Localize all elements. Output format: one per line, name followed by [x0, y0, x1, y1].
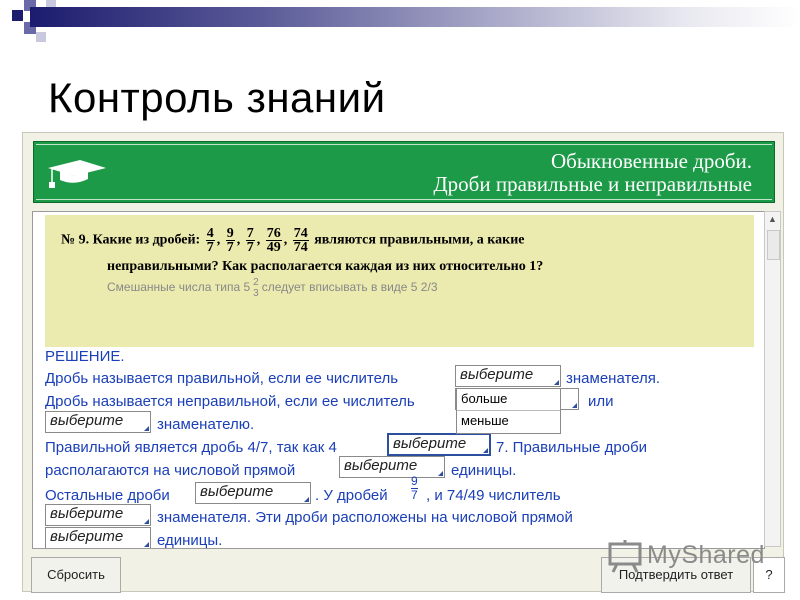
solution-line-6b: . У дробей	[315, 487, 388, 504]
question-box: № 9. Какие из дробей: 47, 97, 77, 76 49, …	[45, 215, 754, 347]
watermark-text: MyShared	[647, 541, 765, 569]
solution-fraction: 97	[411, 474, 418, 502]
question-prefix: № 9. Какие из дробей:	[61, 232, 201, 248]
fraction: 97	[225, 226, 235, 255]
banner-top-line	[36, 144, 772, 145]
scroll-up-icon[interactable]: ▲	[767, 214, 778, 225]
dropdown-arrow-icon	[483, 448, 488, 453]
reset-button[interactable]: Сбросить	[31, 557, 121, 593]
question-hint: Смешанные числа типа 5 2 3 следует вписыват…	[107, 277, 438, 299]
content-scrollbar[interactable]: ▲	[764, 211, 781, 547]
exercise-content: № 9. Какие из дробей: 47, 97, 77, 76 49, …	[32, 211, 765, 549]
answer-dropdown-3[interactable]: выберите	[45, 411, 151, 433]
lesson-banner: Обыкновенные дроби. Дроби правильные и н…	[33, 141, 775, 203]
deco-square	[36, 32, 46, 42]
solution-line-5: располагаются на числовой прямой	[45, 462, 296, 479]
presentation-board-icon	[608, 540, 642, 573]
dropdown-separator	[457, 410, 560, 411]
solution-line-1: Дробь называется правильной, если ее чис…	[45, 370, 399, 387]
dropdown-arrow-icon	[144, 519, 149, 524]
fraction: 76 49	[265, 226, 282, 255]
solution-line-3-end: знаменателю.	[157, 416, 255, 433]
graduation-cap-icon	[48, 160, 106, 188]
dropdown-arrow-icon	[438, 471, 443, 476]
solution-line-4b: 7. Правильные дроби	[496, 439, 648, 456]
answer-dropdown-8[interactable]: выберите	[45, 527, 151, 548]
question-suffix: являются правильными, а какие	[314, 232, 525, 248]
solution-line-6a: Остальные дроби	[45, 487, 170, 504]
deco-square	[12, 10, 23, 21]
slide-decoration	[0, 0, 800, 50]
solution-line-1-end: знаменателя.	[566, 370, 661, 387]
watermark: MyShared	[607, 538, 767, 574]
dropdown-arrow-icon	[304, 497, 309, 502]
question-line-2: неправильными? Как располагается каждая …	[107, 259, 544, 274]
dropdown-arrow-icon	[144, 426, 149, 431]
scroll-thumb[interactable]	[767, 230, 780, 260]
solution-line-8: единицы.	[157, 532, 223, 549]
answer-dropdown-6[interactable]: выберите	[195, 482, 311, 504]
quiz-app-window: Обыкновенные дроби. Дроби правильные и н…	[22, 132, 785, 593]
solution-line-6c: , и 74/49 числитель	[426, 487, 561, 504]
solution-line-2-end: или	[588, 393, 614, 410]
dropdown-options-list: больше меньше	[456, 388, 561, 434]
deco-gradient-bar	[30, 7, 800, 27]
hint-fraction: 23	[253, 277, 259, 299]
banner-subtitle: Дроби правильные и неправильные	[433, 172, 752, 196]
dropdown-option[interactable]: больше	[461, 391, 507, 406]
question-line-1: № 9. Какие из дробей: 47, 97, 77, 76 49, …	[61, 226, 525, 255]
answer-dropdown-7[interactable]: выберите	[45, 504, 151, 526]
solution-line-7: знаменателя. Эти дроби расположены на чи…	[157, 509, 573, 526]
dropdown-option[interactable]: меньше	[461, 413, 509, 428]
dropdown-arrow-icon	[572, 403, 577, 408]
banner-title: Обыкновенные дроби.	[550, 149, 752, 173]
answer-dropdown-1[interactable]: выберите	[455, 365, 561, 387]
fraction: 74 74	[292, 226, 309, 255]
fraction: 77	[245, 226, 255, 255]
solution-heading: РЕШЕНИЕ.	[45, 348, 125, 365]
solution-line-2: Дробь называется неправильной, если ее ч…	[45, 393, 415, 410]
banner-bottom-line	[36, 199, 772, 200]
dropdown-arrow-icon	[554, 380, 559, 385]
answer-dropdown-5[interactable]: выберите	[339, 456, 445, 478]
solution-line-5-end: единицы.	[451, 462, 517, 479]
fraction: 47	[205, 226, 215, 255]
slide-title: Контроль знаний	[48, 74, 386, 121]
solution-line-4a: Правильной является дробь 4/7, так как 4	[45, 439, 337, 456]
answer-dropdown-4[interactable]: выберите	[387, 433, 491, 456]
dropdown-arrow-icon	[144, 542, 149, 547]
